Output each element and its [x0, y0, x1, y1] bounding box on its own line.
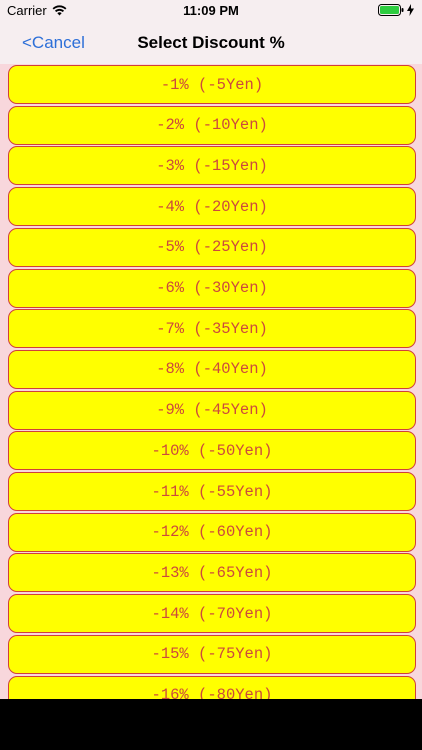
discount-option-button[interactable]: -8% (-40Yen) — [8, 349, 416, 389]
battery-icon — [378, 4, 404, 16]
discount-option-button[interactable]: -2% (-10Yen) — [8, 105, 416, 145]
discount-option-button[interactable]: -16% (-80Yen) — [8, 675, 416, 699]
charging-bolt-icon — [407, 4, 414, 16]
status-time: 11:09 PM — [183, 3, 239, 18]
discount-option-button[interactable]: -3% (-15Yen) — [8, 146, 416, 186]
bottom-black-bar — [0, 699, 422, 750]
discount-option-button[interactable]: -7% (-35Yen) — [8, 309, 416, 349]
discount-option-button[interactable]: -1% (-5Yen) — [8, 65, 416, 104]
discount-option-button[interactable]: -12% (-60Yen) — [8, 512, 416, 552]
status-bar: Carrier 11:09 PM — [0, 0, 422, 22]
page-title: Select Discount % — [137, 33, 285, 52]
discount-option-button[interactable]: -10% (-50Yen) — [8, 431, 416, 471]
navigation-bar: <Cancel Select Discount % — [0, 22, 422, 64]
discount-option-button[interactable]: -14% (-70Yen) — [8, 594, 416, 634]
discount-option-button[interactable]: -15% (-75Yen) — [8, 634, 416, 674]
discount-option-button[interactable]: -6% (-30Yen) — [8, 268, 416, 308]
discount-option-button[interactable]: -13% (-65Yen) — [8, 553, 416, 593]
discount-option-button[interactable]: -11% (-55Yen) — [8, 472, 416, 511]
app-screen: Carrier 11:09 PM <Cancel Select Discount… — [0, 0, 422, 699]
discount-option-button[interactable]: -9% (-45Yen) — [8, 390, 416, 430]
status-right — [378, 4, 414, 16]
discount-option-button[interactable]: -5% (-25Yen) — [8, 227, 416, 267]
discount-option-button[interactable]: -4% (-20Yen) — [8, 187, 416, 227]
